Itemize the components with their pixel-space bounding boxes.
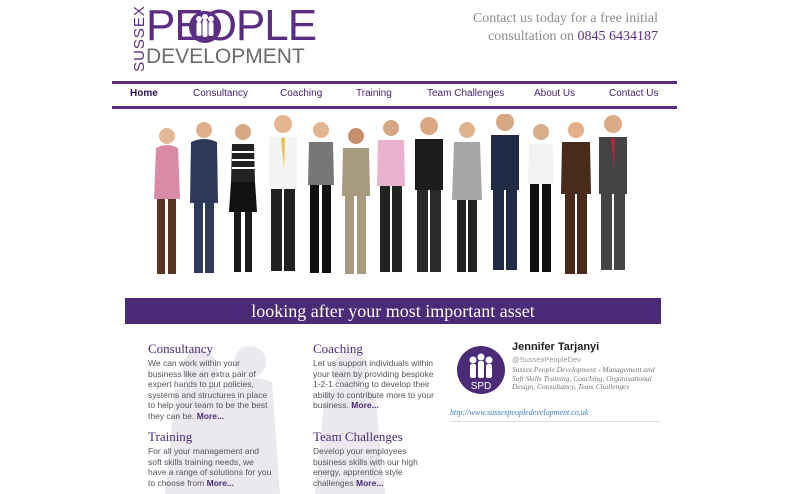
header-contact: Contact us today for a free initial cons… — [473, 10, 658, 46]
consultancy-heading[interactable]: Consultancy — [148, 341, 213, 357]
logo-people-figures-icon — [189, 11, 221, 43]
training-more-link[interactable]: More... — [207, 478, 234, 488]
nav-item-training[interactable]: Training — [356, 88, 392, 99]
team-challenges-heading[interactable]: Team Challenges — [313, 429, 403, 445]
tagline-banner: looking after your most important asset — [125, 298, 661, 324]
hero-team-photo — [154, 114, 627, 274]
avatar-text: SPD — [471, 381, 492, 392]
twitter-avatar[interactable]: SPD — [456, 345, 506, 395]
nav-item-coaching[interactable]: Coaching — [280, 88, 322, 99]
website-link[interactable]: http://www.sussexpeopledevelopment.co.uk — [450, 408, 588, 417]
contact-line-1: Contact us today for a free initial — [472, 11, 658, 26]
contact-line-2: consultation on 0845 6434187 — [473, 28, 658, 46]
twitter-description: Sussex People Development - Management a… — [512, 365, 655, 391]
contact-prefix: consultation on — [488, 29, 574, 44]
consultancy-body: We can work within your business like an… — [148, 358, 272, 421]
coaching-body: Let us support individuals within your t… — [313, 358, 437, 411]
twitter-name[interactable]: Jennifer Tarjanyi — [512, 341, 599, 353]
consultancy-more-link[interactable]: More... — [197, 411, 224, 421]
main-nav: Home Consultancy Coaching Training Team … — [112, 81, 677, 109]
logo-development-text: DEVELOPMENT — [146, 45, 305, 68]
nav-item-team-challenges[interactable]: Team Challenges — [427, 88, 504, 99]
nav-item-contact-us[interactable]: Contact Us — [609, 88, 658, 99]
coaching-more-link[interactable]: More... — [351, 400, 378, 410]
twitter-divider — [450, 421, 660, 422]
coaching-heading[interactable]: Coaching — [313, 341, 363, 357]
team-challenges-body: Develop your employees business skills w… — [313, 446, 437, 488]
nav-item-home[interactable]: Home — [130, 88, 158, 99]
phone-number[interactable]: 0845 6434187 — [578, 29, 659, 44]
nav-item-consultancy[interactable]: Consultancy — [193, 88, 248, 99]
training-body: For all your management and soft skills … — [148, 446, 272, 488]
training-heading[interactable]: Training — [148, 429, 192, 445]
team-challenges-more-link[interactable]: More... — [356, 478, 383, 488]
logo-sussex-text: SUSSEX — [130, 5, 148, 72]
team-figures — [154, 114, 627, 274]
twitter-handle[interactable]: @SussexPeopleDev — [512, 355, 581, 364]
nav-item-about-us[interactable]: About Us — [534, 88, 575, 99]
